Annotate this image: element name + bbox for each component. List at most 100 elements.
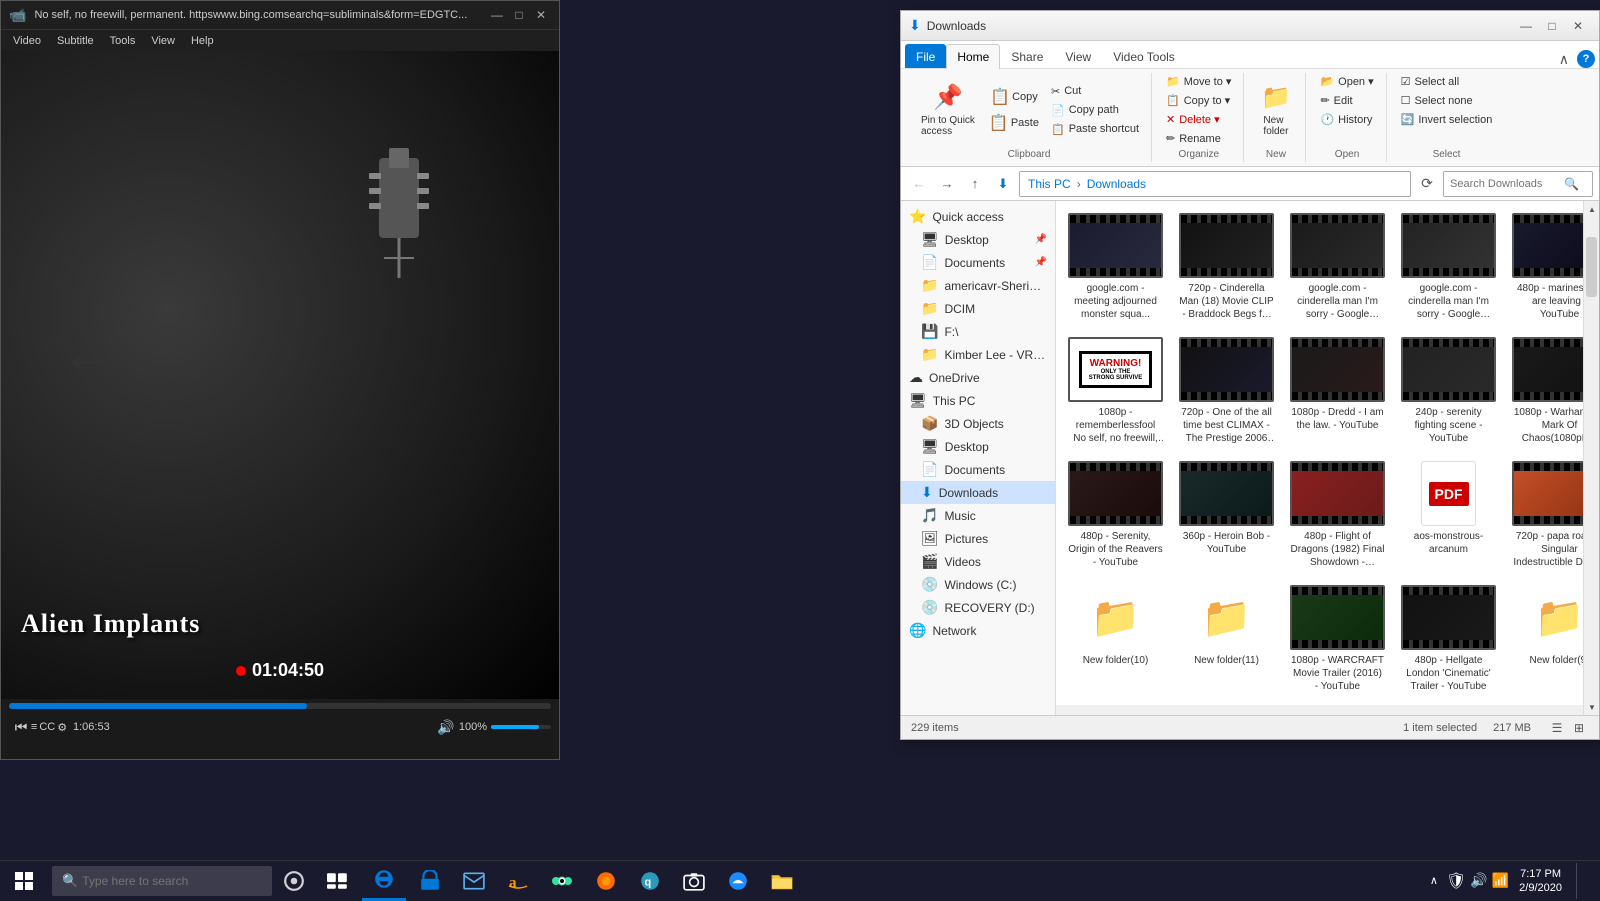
sidebar-item-windows-c[interactable]: 💿 Windows (C:) <box>901 573 1055 596</box>
back-button[interactable]: ← <box>907 172 931 196</box>
taskbar-tripadvisor[interactable] <box>540 861 584 901</box>
tiles-view-button[interactable]: ⊞ <box>1569 718 1589 738</box>
sidebar-item-desktop2[interactable]: 🖥 Desktop <box>901 435 1055 458</box>
sidebar-item-kimber[interactable]: 📁 Kimber Lee - VR Pac <box>901 343 1055 366</box>
tab-file[interactable]: File <box>905 44 946 68</box>
start-button[interactable] <box>0 861 48 901</box>
show-desktop-button[interactable] <box>1576 863 1592 899</box>
cut-button[interactable]: ✂Cut <box>1045 83 1145 100</box>
sidebar-item-videos[interactable]: 🎬 Videos <box>901 550 1055 573</box>
rename-button[interactable]: ✏Rename <box>1160 130 1227 147</box>
explorer-maximize-button[interactable]: □ <box>1539 13 1565 39</box>
path-downloads[interactable]: Downloads <box>1087 177 1146 191</box>
scroll-thumb[interactable] <box>1586 237 1597 297</box>
media-menu-video[interactable]: Video <box>5 30 49 52</box>
sidebar-item-downloads[interactable]: ⬇ Downloads <box>901 481 1055 504</box>
tab-home[interactable]: Home <box>946 44 1000 69</box>
taskbar-amazon[interactable]: a <box>496 861 540 901</box>
media-menu-tools[interactable]: Tools <box>102 30 144 52</box>
file-item[interactable]: 1080p - WARCRAFT Movie Trailer (2016) - … <box>1286 581 1389 697</box>
history-button[interactable]: 🕐History <box>1314 111 1378 128</box>
paste-button[interactable]: 📋 Paste <box>985 111 1043 135</box>
copy-to-button[interactable]: 📋Copy to ▾ <box>1160 92 1236 109</box>
paste-shortcut-button[interactable]: 📋Paste shortcut <box>1045 121 1145 138</box>
file-item[interactable]: 📁 New folder(11) <box>1175 581 1278 697</box>
sidebar-item-3dobjects[interactable]: 📦 3D Objects <box>901 412 1055 435</box>
file-item[interactable]: google.com - meeting adjourned monster s… <box>1064 209 1167 325</box>
sidebar-item-network[interactable]: 🌐 Network <box>901 619 1055 642</box>
taskbar-task-view[interactable] <box>316 861 360 901</box>
scroll-down-arrow[interactable]: ▼ <box>1584 699 1599 715</box>
explorer-minimize-button[interactable]: — <box>1513 13 1539 39</box>
file-item[interactable]: 480p - Hellgate London 'Cinematic' Trail… <box>1397 581 1500 697</box>
pin-to-quick-button[interactable]: 📌 Pin to Quickaccess <box>913 79 983 141</box>
media-menu-subtitle[interactable]: Subtitle <box>49 30 102 52</box>
forward-button[interactable]: → <box>935 172 959 196</box>
media-playlist-button[interactable]: ≡ <box>31 721 37 733</box>
scroll-up-arrow[interactable]: ▲ <box>1584 201 1599 217</box>
file-item[interactable]: google.com - cinderella man I'm sorry - … <box>1397 209 1500 325</box>
taskbar-qbittorrent[interactable]: q <box>628 861 672 901</box>
volume-icon[interactable]: 🔊 <box>437 719 454 736</box>
sidebar-item-music[interactable]: 🎵 Music <box>901 504 1055 527</box>
taskbar-store[interactable] <box>408 861 452 901</box>
file-item[interactable]: 480p - Serenity, Origin of the Reavers -… <box>1064 457 1167 573</box>
sidebar-item-desktop-pinned[interactable]: 🖥 Desktop 📌 <box>901 228 1055 251</box>
file-item[interactable]: google.com - cinderella man I'm sorry - … <box>1286 209 1389 325</box>
taskbar-explorer-pinned[interactable] <box>760 861 804 901</box>
file-item[interactable]: 480p - Flight of Dragons (1982) Final Sh… <box>1286 457 1389 573</box>
select-none-button[interactable]: ☐Select none <box>1395 92 1479 109</box>
tab-share[interactable]: Share <box>1000 44 1054 68</box>
open-button[interactable]: 📂Open ▾ <box>1314 73 1379 90</box>
sidebar-item-thispc[interactable]: 🖥 This PC <box>901 389 1055 412</box>
sidebar-item-dcim[interactable]: 📁 DCIM <box>901 297 1055 320</box>
explorer-close-button[interactable]: ✕ <box>1565 13 1591 39</box>
taskbar-up-arrow[interactable]: ∧ <box>1426 870 1442 891</box>
file-item[interactable]: WARNING! ONLY THESTRONG SURVIVE 1080p - … <box>1064 333 1167 449</box>
sidebar-item-quick-access[interactable]: ⭐ Quick access <box>901 205 1055 228</box>
ribbon-collapse-button[interactable]: ∧ <box>1555 51 1573 68</box>
sidebar-item-documents-pinned[interactable]: 📄 Documents 📌 <box>901 251 1055 274</box>
media-progress-bar[interactable] <box>9 703 551 709</box>
taskbar-cortana[interactable] <box>272 861 316 901</box>
sidebar-item-recovery-d[interactable]: 💿 RECOVERY (D:) <box>901 596 1055 619</box>
sidebar-item-documents2[interactable]: 📄 Documents <box>901 458 1055 481</box>
volume-tray-icon[interactable]: 🔊 <box>1470 872 1487 889</box>
path-this-pc[interactable]: This PC <box>1028 177 1071 191</box>
file-item[interactable]: 1080p - Dredd - I am the law. - YouTube <box>1286 333 1389 449</box>
file-item[interactable]: 📁 New folder(10) <box>1064 581 1167 697</box>
network-tray-icon[interactable]: 📶 <box>1492 872 1509 889</box>
media-close-button[interactable]: ✕ <box>531 5 551 25</box>
up-button[interactable]: ↑ <box>963 172 987 196</box>
taskbar-edge[interactable] <box>362 861 406 901</box>
tab-video-tools[interactable]: Video Tools <box>1102 44 1186 68</box>
file-item[interactable]: PDF aos-monstrous-arcanum <box>1397 457 1500 573</box>
taskbar-mail[interactable] <box>452 861 496 901</box>
details-view-button[interactable]: ☰ <box>1547 718 1567 738</box>
delete-button[interactable]: ✕Delete ▾ <box>1160 111 1226 128</box>
refresh-button[interactable]: ⟳ <box>1415 172 1439 196</box>
tab-view[interactable]: View <box>1054 44 1102 68</box>
file-item[interactable]: 240p - serenity fighting scene - YouTube <box>1397 333 1500 449</box>
media-maximize-button[interactable]: □ <box>509 5 529 25</box>
taskbar-clock[interactable]: 7:17 PM 2/9/2020 <box>1513 865 1568 897</box>
sidebar-item-americavr[interactable]: 📁 americavr-Sheridan.. <box>901 274 1055 297</box>
volume-bar[interactable] <box>491 725 551 729</box>
media-settings-button[interactable]: ⚙ <box>57 721 67 734</box>
copy-path-button[interactable]: 📄Copy path <box>1045 102 1145 119</box>
select-all-button[interactable]: ☑Select all <box>1395 73 1466 90</box>
taskbar-search-input[interactable] <box>82 874 242 888</box>
file-item[interactable]: 720p - One of the all time best CLIMAX -… <box>1175 333 1278 449</box>
taskbar-app10[interactable] <box>716 861 760 901</box>
edit-button[interactable]: ✏Edit <box>1314 92 1358 109</box>
media-menu-help[interactable]: Help <box>183 30 222 52</box>
media-menu-view[interactable]: View <box>143 30 183 52</box>
taskbar-camera[interactable] <box>672 861 716 901</box>
vertical-scrollbar[interactable]: ▲ ▼ <box>1583 201 1599 715</box>
new-folder-button[interactable]: 📁 Newfolder <box>1253 79 1299 141</box>
file-item[interactable]: 360p - Heroin Bob - YouTube <box>1175 457 1278 573</box>
move-to-button[interactable]: 📁Move to ▾ <box>1160 73 1237 90</box>
media-prev-button[interactable]: ⏮ <box>9 715 33 739</box>
sidebar-item-onedrive[interactable]: ☁ OneDrive <box>901 366 1055 389</box>
taskbar-search[interactable]: 🔍 <box>52 866 272 896</box>
